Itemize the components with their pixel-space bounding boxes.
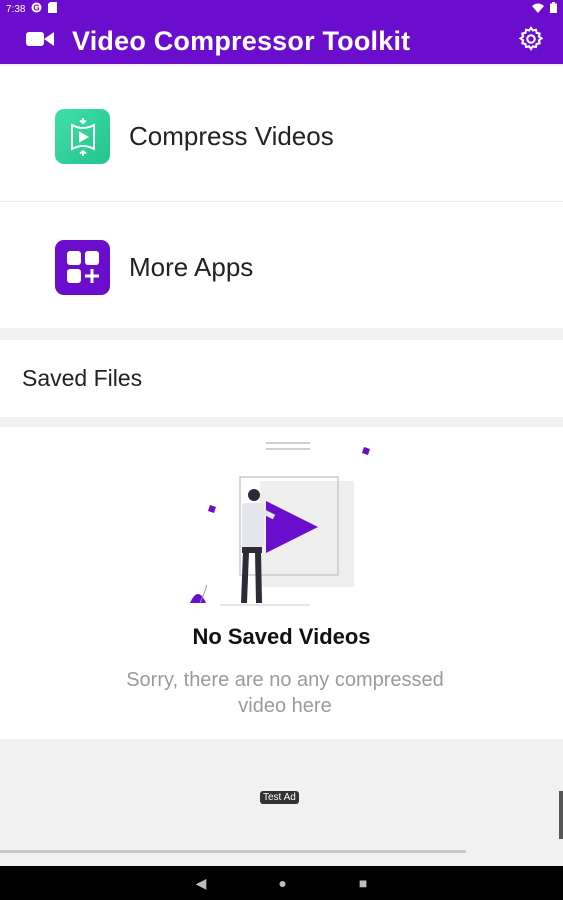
ad-divider	[0, 850, 466, 853]
sd-card-icon	[48, 2, 58, 16]
more-apps-button[interactable]: More Apps	[0, 202, 563, 332]
empty-state-title: No Saved Videos	[192, 624, 371, 649]
compress-videos-label: Compress Videos	[129, 121, 334, 151]
compress-video-icon	[55, 109, 110, 164]
wifi-icon	[532, 3, 544, 16]
svg-text:G: G	[34, 4, 40, 13]
compress-videos-button[interactable]: Compress Videos	[0, 72, 563, 202]
home-icon[interactable]: ●	[278, 875, 286, 891]
status-bar: 7:38 G	[0, 0, 563, 18]
empty-state-card: No Saved Videos Sorry, there are no any …	[0, 427, 563, 739]
app-bar: Video Compressor Toolkit	[0, 18, 563, 64]
gear-icon[interactable]	[517, 25, 545, 58]
app-title: Video Compressor Toolkit	[72, 25, 411, 56]
test-ad-badge: Test Ad	[260, 791, 299, 804]
google-g-icon: G	[31, 2, 42, 16]
video-camera-icon	[26, 29, 54, 54]
back-icon[interactable]: ◀	[196, 875, 207, 892]
menu-card: Compress Videos More Apps	[0, 66, 563, 328]
saved-files-header: Saved Files	[0, 340, 563, 417]
system-nav-bar: ◀ ● ■	[0, 866, 563, 900]
recents-icon[interactable]: ■	[359, 875, 367, 891]
status-time: 7:38	[6, 3, 26, 15]
ad-banner[interactable]: Test Ad	[0, 739, 563, 866]
apps-grid-plus-icon	[55, 239, 110, 295]
person-video-player-illustration	[190, 442, 370, 606]
saved-files-title: Saved Files	[22, 365, 143, 391]
more-apps-label: More Apps	[129, 251, 254, 282]
battery-icon	[550, 2, 557, 16]
scrollbar[interactable]	[559, 791, 563, 839]
empty-state-subtitle: Sorry, there are no any compressed video…	[126, 669, 444, 717]
